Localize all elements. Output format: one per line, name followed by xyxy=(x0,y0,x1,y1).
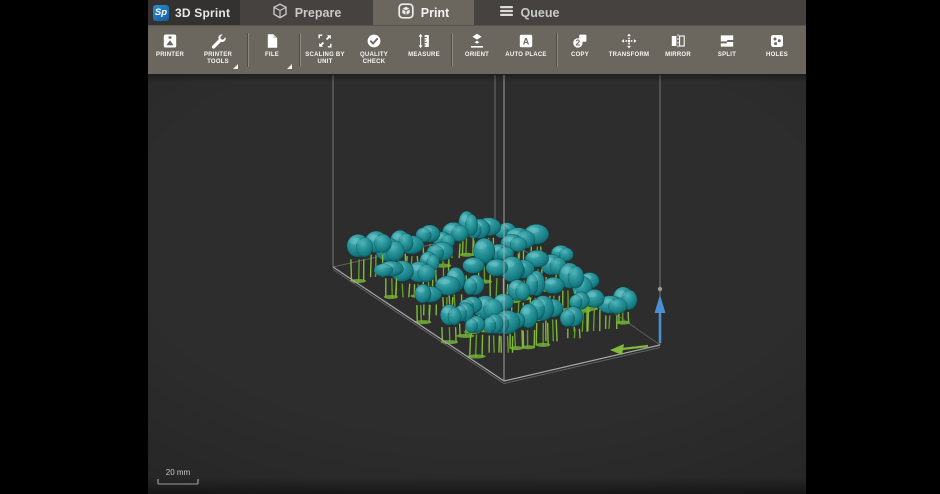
toolbar-button-quality-check[interactable]: QUALITY CHECK xyxy=(350,26,398,73)
screen: Sp 3D Sprint Prepare Print Queue PRINTER… xyxy=(0,0,940,494)
z-axis-arrow[interactable] xyxy=(654,286,666,343)
svg-text:2: 2 xyxy=(576,39,581,48)
toolbar-group-divider xyxy=(248,33,249,67)
toolbar-button-file[interactable]: FILE xyxy=(248,26,296,73)
toolbar-button-auto-place[interactable]: A AUTO PLACE xyxy=(502,26,550,73)
scaling-by-unit-icon xyxy=(318,34,332,48)
sp-logo-icon: Sp xyxy=(153,4,169,21)
scene-canvas[interactable]: 20 mm xyxy=(148,75,806,494)
tab-bar: Sp 3D Sprint Prepare Print Queue xyxy=(148,0,806,25)
file-icon xyxy=(267,34,278,48)
toolbar-button-holes[interactable]: HOLES xyxy=(753,26,801,73)
toolbar-button-label: PRINTER xyxy=(155,52,185,58)
toolbar-button-label: TRANSFORM xyxy=(608,52,650,58)
toolbar-button-label: PRINTER TOOLS xyxy=(203,52,233,65)
auto-place-icon: A xyxy=(519,34,533,48)
toolbar-button-label: SCALING BY UNIT xyxy=(305,52,345,65)
toolbar-button-measure[interactable]: MEASURE xyxy=(400,26,448,73)
toolbar-button-label: AUTO PLACE xyxy=(505,52,547,58)
scale-bar: 20 mm xyxy=(157,468,199,485)
tab-print-label: Print xyxy=(420,5,450,20)
toolbar-button-label: QUALITY CHECK xyxy=(359,52,389,65)
toolbar-button-split[interactable]: SPLIT xyxy=(703,26,751,73)
toolbar-button-label: FILE xyxy=(265,52,279,58)
toolbar-group-divider xyxy=(300,33,301,67)
tab-prepare[interactable]: Prepare xyxy=(240,0,373,25)
toolbar-group-divider xyxy=(557,33,558,67)
viewport-3d[interactable]: 20 mm xyxy=(148,75,806,494)
measure-icon xyxy=(418,33,429,49)
toolbar-group-divider xyxy=(452,33,453,67)
quality-check-icon xyxy=(367,34,381,48)
cube-icon xyxy=(272,3,288,22)
toolbar-button-label: SPLIT xyxy=(717,52,737,58)
copy-icon: 2 xyxy=(573,34,587,48)
toolbar-button-transform[interactable]: TRANSFORM xyxy=(605,26,653,73)
toolbar-button-label: MEASURE xyxy=(408,52,440,58)
tab-queue-label: Queue xyxy=(520,5,560,20)
dropdown-corner-indicator xyxy=(233,64,238,69)
scale-bar-label: 20 mm xyxy=(166,468,191,477)
tab-prepare-label: Prepare xyxy=(294,5,342,20)
toolbar-button-label: ORIENT xyxy=(464,52,490,58)
toolbar-button-copy[interactable]: 2 COPY xyxy=(556,26,604,73)
toolbar-button-label: HOLES xyxy=(766,52,788,58)
svg-text:A: A xyxy=(523,37,530,47)
app-window: Sp 3D Sprint Prepare Print Queue PRINTER… xyxy=(148,0,806,494)
toolbar-button-printer-tools[interactable]: PRINTER TOOLS xyxy=(194,26,242,73)
toolbar-button-label: MIRROR xyxy=(665,52,691,58)
toolbar-button-mirror[interactable]: MIRROR xyxy=(654,26,702,73)
split-icon xyxy=(720,35,734,47)
toolbar-button-orient[interactable]: ORIENT xyxy=(453,26,501,73)
toolbar-button-scaling-by-unit[interactable]: SCALING BY UNIT xyxy=(301,26,349,73)
model-cluster xyxy=(346,210,638,359)
queue-menu-icon xyxy=(499,4,514,21)
transform-icon xyxy=(621,33,637,49)
app-brand[interactable]: Sp 3D Sprint xyxy=(148,0,240,25)
printer-icon xyxy=(163,34,177,48)
toolbar-button-printer[interactable]: PRINTER xyxy=(146,26,194,73)
printer-tools-icon xyxy=(211,34,226,49)
orient-icon xyxy=(471,33,483,48)
print-module-icon xyxy=(398,3,414,22)
tab-queue[interactable]: Queue xyxy=(474,0,584,25)
toolbar-button-label: COPY xyxy=(570,52,589,58)
tab-print[interactable]: Print xyxy=(373,0,474,25)
holes-icon xyxy=(771,35,783,47)
app-title: 3D Sprint xyxy=(175,5,231,20)
toolbar: PRINTER PRINTER TOOLS FILE SCALING BY UNIT QUA… xyxy=(148,25,806,75)
dropdown-corner-indicator xyxy=(287,64,292,69)
mirror-icon xyxy=(671,34,685,48)
